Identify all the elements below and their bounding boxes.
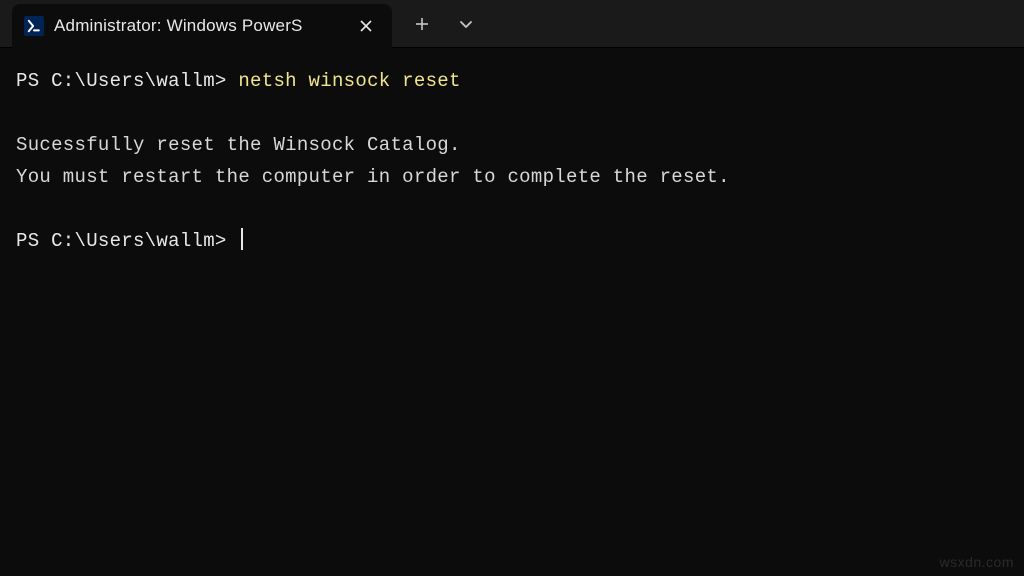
watermark: wsxdn.com xyxy=(939,554,1014,570)
terminal-output: You must restart the computer in order t… xyxy=(16,166,730,188)
terminal-prompt: PS C:\Users\wallm> xyxy=(16,70,238,92)
terminal-line xyxy=(16,194,1008,226)
new-tab-button[interactable] xyxy=(404,6,440,42)
terminal-line xyxy=(16,98,1008,130)
terminal-body[interactable]: PS C:\Users\wallm> netsh winsock reset Su… xyxy=(0,48,1024,275)
terminal-prompt: PS C:\Users\wallm> xyxy=(16,230,238,252)
tab-title: Administrator: Windows PowerS xyxy=(54,16,344,36)
cursor xyxy=(241,228,243,250)
terminal-line: PS C:\Users\wallm> netsh winsock reset xyxy=(16,66,1008,98)
terminal-line: PS C:\Users\wallm> xyxy=(16,226,1008,258)
close-icon[interactable] xyxy=(354,14,378,38)
terminal-output: Sucessfully reset the Winsock Catalog. xyxy=(16,134,461,156)
terminal-line: Sucessfully reset the Winsock Catalog. xyxy=(16,130,1008,162)
tab-actions xyxy=(392,6,484,42)
terminal-line: You must restart the computer in order t… xyxy=(16,162,1008,194)
tab-active[interactable]: Administrator: Windows PowerS xyxy=(12,4,392,48)
tab-dropdown-button[interactable] xyxy=(448,6,484,42)
terminal-command: netsh winsock reset xyxy=(238,70,460,92)
powershell-icon xyxy=(24,16,44,36)
tab-bar: Administrator: Windows PowerS xyxy=(0,0,1024,48)
